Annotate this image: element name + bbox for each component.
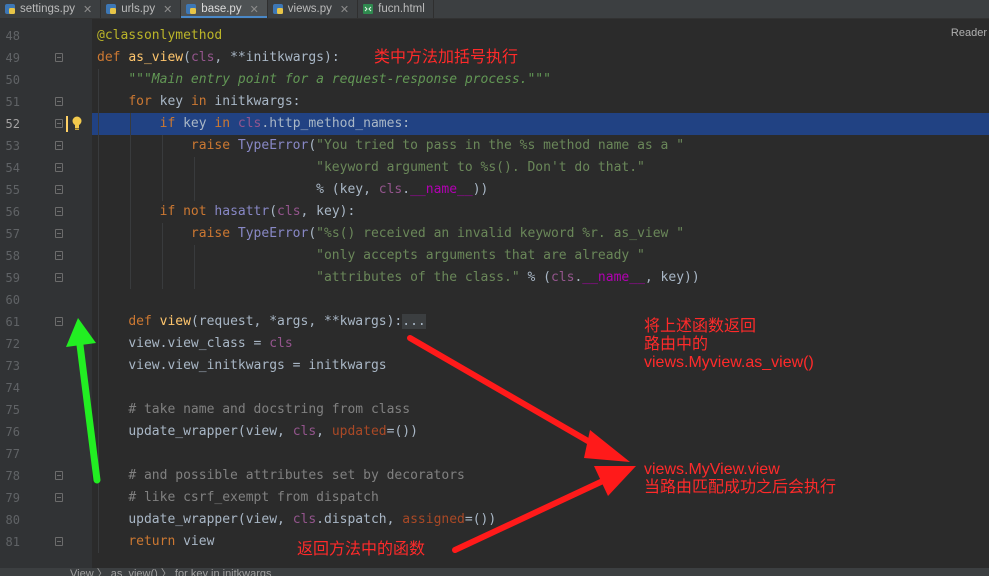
annotation-return-inner-function: 返回方法中的函数 bbox=[297, 541, 426, 558]
red-arrow-to-view bbox=[407, 335, 630, 462]
annotation-view-executes: views.MyView.view 当路由匹配成功之后会执行 bbox=[644, 461, 837, 496]
annotation-class-method-call: 类中方法加括号执行 bbox=[374, 49, 519, 66]
breadcrumb-text[interactable]: View 〉 as_view() 〉 for key in initkwargs bbox=[70, 568, 272, 576]
breadcrumb: View 〉 as_view() 〉 for key in initkwargs bbox=[0, 568, 989, 576]
annotation-return-function: 将上述函数返回 路由中的 views.Myview.as_view() bbox=[644, 318, 814, 371]
red-arrow-from-return bbox=[452, 466, 636, 553]
annotation-arrows bbox=[66, 318, 636, 553]
green-arrow bbox=[66, 318, 101, 484]
